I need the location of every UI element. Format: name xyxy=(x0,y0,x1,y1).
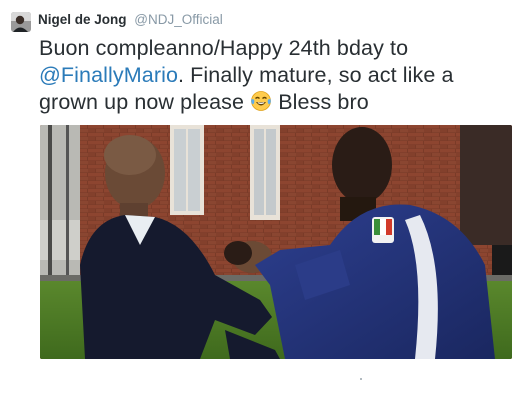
tears-of-joy-emoji-icon xyxy=(250,90,272,112)
tweet-text: Buon compleanno/Happy 24th bday to @Fina… xyxy=(39,35,509,116)
mention-link[interactable]: @FinallyMario xyxy=(39,63,178,87)
tweet-text-part3: Bless bro xyxy=(272,90,369,114)
photo-image xyxy=(40,125,512,359)
tweet-card: Nigel de Jong @NDJ_Official Buon complea… xyxy=(0,0,520,404)
tweet-photo[interactable] xyxy=(40,125,512,359)
author-name[interactable]: Nigel de Jong xyxy=(38,12,127,27)
caret-dot xyxy=(360,378,362,380)
tweet-text-part1: Buon compleanno/Happy 24th bday to xyxy=(39,36,409,60)
tweet-header: Nigel de Jong @NDJ_Official xyxy=(38,11,223,29)
avatar-image xyxy=(11,12,31,32)
author-avatar[interactable] xyxy=(11,12,31,32)
author-handle[interactable]: @NDJ_Official xyxy=(134,12,222,27)
